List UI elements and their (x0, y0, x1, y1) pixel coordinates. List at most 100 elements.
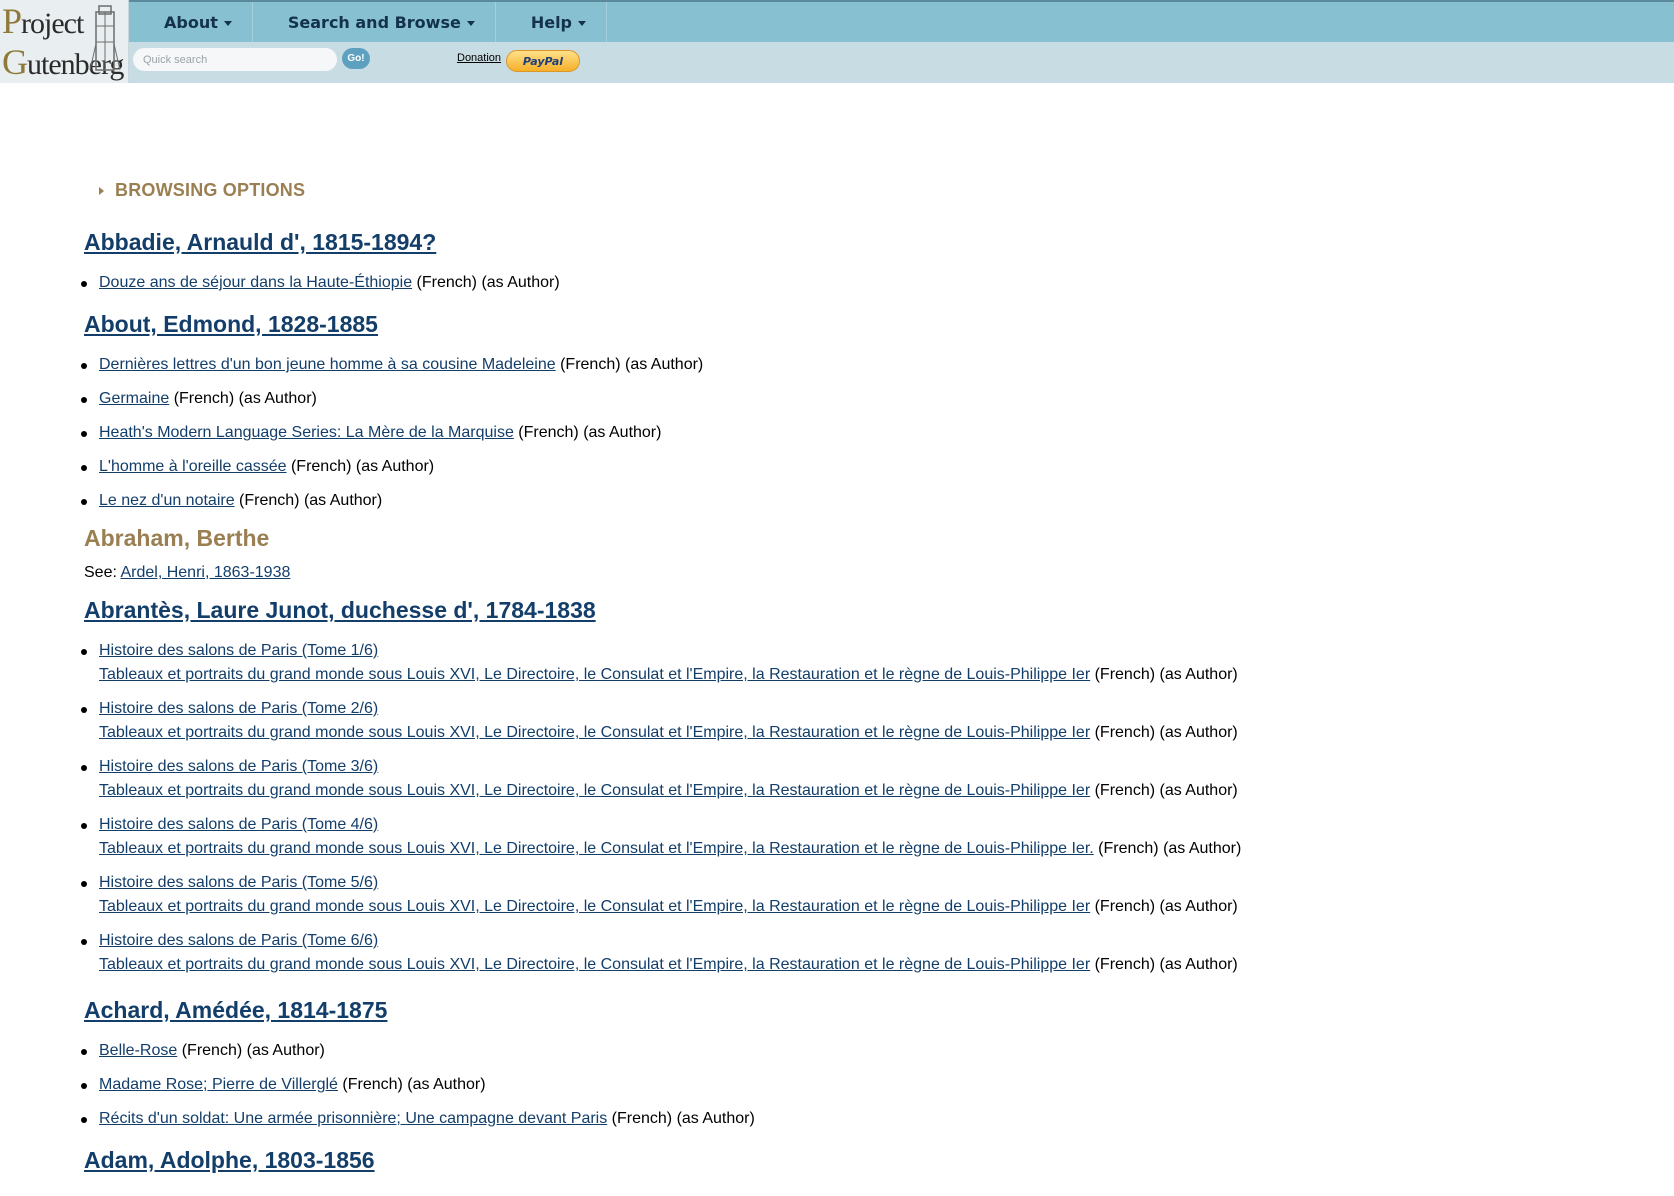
book-link[interactable]: Histoire des salons de Paris (Tome 5/6) … (99, 874, 1090, 915)
list-item: Madame Rose; Pierre de Villerglé (French… (81, 1073, 1644, 1097)
author-heading: Adam, Adolphe, 1803-1856 (84, 1145, 1644, 1175)
author-link[interactable]: About, Edmond, 1828-1885 (84, 311, 378, 337)
book-meta: (French) (as Author) (1090, 898, 1238, 915)
book-meta: (French) (as Author) (1093, 840, 1242, 857)
book-link[interactable]: Histoire des salons de Paris (Tome 1/6) … (99, 642, 1090, 683)
book-link[interactable]: Dernières lettres d'un bon jeune homme à… (99, 356, 556, 373)
book-list: Belle-Rose (French) (as Author) Madame R… (81, 1039, 1644, 1131)
book-link[interactable]: Histoire des salons de Paris (Tome 2/6) … (99, 700, 1090, 741)
list-item: Histoire des salons de Paris (Tome 1/6) … (81, 639, 1644, 687)
list-item: Germaine (French) (as Author) (81, 387, 1644, 411)
chevron-down-icon (223, 20, 232, 26)
list-item: Histoire des salons de Paris (Tome 2/6) … (81, 697, 1644, 745)
author-heading: About, Edmond, 1828-1885 (84, 309, 1644, 339)
logo-line-1-rest: roject (21, 7, 84, 40)
book-link[interactable]: Histoire des salons de Paris (Tome 6/6) … (99, 932, 1090, 973)
main-menu: About Search and Browse Help (129, 2, 1674, 42)
list-item: Récits d'un soldat: Une armée prisonnièr… (81, 1107, 1644, 1131)
menu-about[interactable]: About (129, 2, 253, 42)
book-link[interactable]: Belle-Rose (99, 1042, 177, 1059)
menu-search-and-browse[interactable]: Search and Browse (253, 2, 496, 42)
author-heading: Abraham, Berthe (84, 525, 270, 551)
site-header: Project Gutenberg About Search and Brows… (0, 0, 1674, 83)
book-meta: (French) (as Author) (177, 1042, 325, 1059)
book-link[interactable]: Récits d'un soldat: Une armée prisonnièr… (99, 1110, 607, 1127)
browsing-options-toggle[interactable]: BROWSING OPTIONS (99, 180, 305, 201)
chevron-down-icon (578, 20, 587, 26)
list-item: Histoire des salons de Paris (Tome 4/6) … (81, 813, 1644, 861)
book-meta: (French) (as Author) (286, 458, 435, 475)
browsing-options-label: BROWSING OPTIONS (115, 180, 306, 200)
list-item: L'homme à l'oreille cassée (French) (as … (81, 455, 1644, 479)
book-link[interactable]: Douze ans de séjour dans la Haute-Éthiop… (99, 274, 412, 291)
book-meta: (French) (as Author) (1090, 782, 1238, 799)
list-item: Le nez d'un notaire (French) (as Author) (81, 489, 1644, 513)
book-subtitle: Tableaux et portraits du grand monde sou… (99, 724, 1091, 741)
go-button[interactable]: Go! (342, 48, 370, 69)
book-subtitle: Tableaux et portraits du grand monde sou… (99, 956, 1091, 973)
logo-line-1: Project (2, 1, 84, 41)
book-meta: (French) (as Author) (169, 390, 317, 407)
triangle-right-icon (99, 186, 104, 195)
list-item: Histoire des salons de Paris (Tome 3/6) … (81, 755, 1644, 803)
list-item: Heath's Modern Language Series: La Mère … (81, 421, 1644, 445)
book-subtitle: Tableaux et portraits du grand monde sou… (99, 898, 1091, 915)
list-item: Belle-Rose (French) (as Author) (81, 1039, 1644, 1063)
see-label: See: (84, 564, 121, 581)
author-heading: Abbadie, Arnauld d', 1815-1894? (84, 227, 1644, 257)
book-subtitle: Tableaux et portraits du grand monde sou… (99, 782, 1091, 799)
book-meta: (French) (as Author) (607, 1110, 755, 1127)
book-meta: (French) (as Author) (412, 274, 560, 291)
author-link[interactable]: Adam, Adolphe, 1803-1856 (84, 1147, 375, 1173)
author-listing: Abbadie, Arnauld d', 1815-1894? Douze an… (81, 227, 1644, 1175)
menu-help[interactable]: Help (496, 2, 608, 42)
book-title: Histoire des salons de Paris (Tome 3/6) (99, 758, 379, 775)
book-list: Histoire des salons de Paris (Tome 1/6) … (81, 639, 1644, 977)
menu-about-label: About (164, 12, 218, 32)
see-author-link[interactable]: Ardel, Henri, 1863-1938 (120, 564, 290, 581)
book-list: Dernières lettres d'un bon jeune homme à… (81, 353, 1644, 513)
book-title: Histoire des salons de Paris (Tome 6/6) (99, 932, 379, 949)
author-heading: Abrantès, Laure Junot, duchesse d', 1784… (84, 595, 1644, 625)
book-meta: (French) (as Author) (555, 356, 704, 373)
book-link[interactable]: Germaine (99, 390, 169, 407)
list-item: Douze ans de séjour dans la Haute-Éthiop… (81, 271, 1644, 295)
book-meta: (French) (as Author) (337, 1076, 486, 1093)
main-menu-bar: About Search and Browse Help (129, 0, 1674, 42)
menu-help-label: Help (530, 12, 573, 32)
book-meta: (French) (as Author) (234, 492, 383, 509)
author-link[interactable]: Abbadie, Arnauld d', 1815-1894? (84, 229, 436, 255)
book-link[interactable]: Histoire des salons de Paris (Tome 4/6) … (99, 816, 1094, 857)
project-gutenberg-logo[interactable]: Project Gutenberg (0, 0, 129, 83)
book-link[interactable]: Heath's Modern Language Series: La Mère … (99, 424, 514, 441)
quick-search-input[interactable] (133, 48, 337, 71)
book-subtitle: Tableaux et portraits du grand monde sou… (99, 666, 1091, 683)
book-link[interactable]: Le nez d'un notaire (99, 492, 235, 509)
donation-link[interactable]: Donation (457, 52, 501, 64)
list-item: Histoire des salons de Paris (Tome 5/6) … (81, 871, 1644, 919)
book-link[interactable]: Histoire des salons de Paris (Tome 3/6) … (99, 758, 1090, 799)
list-item: Dernières lettres d'un bon jeune homme à… (81, 353, 1644, 377)
book-meta: (French) (as Author) (1090, 956, 1238, 973)
book-meta: (French) (as Author) (1090, 666, 1238, 683)
book-link[interactable]: L'homme à l'oreille cassée (99, 458, 287, 475)
book-list: Douze ans de séjour dans la Haute-Éthiop… (81, 271, 1644, 295)
author-link[interactable]: Abrantès, Laure Junot, duchesse d', 1784… (84, 597, 596, 623)
book-title: Histoire des salons de Paris (Tome 5/6) (99, 874, 379, 891)
book-meta: (French) (as Author) (1090, 724, 1238, 741)
menu-search-and-browse-label: Search and Browse (287, 12, 461, 32)
see-reference: See: Ardel, Henri, 1863-1938 (84, 561, 1644, 585)
author-link[interactable]: Achard, Amédée, 1814-1875 (84, 997, 387, 1023)
author-heading: Achard, Amédée, 1814-1875 (84, 995, 1644, 1025)
paypal-button[interactable]: PayPal (506, 50, 580, 72)
book-meta: (French) (as Author) (513, 424, 662, 441)
book-title: Histoire des salons de Paris (Tome 4/6) (99, 816, 379, 833)
book-title: Histoire des salons de Paris (Tome 1/6) (99, 642, 379, 659)
book-title: Histoire des salons de Paris (Tome 2/6) (99, 700, 379, 717)
search-bar: Go! Donation PayPal (129, 42, 1674, 83)
tower-icon (89, 5, 121, 71)
book-link[interactable]: Madame Rose; Pierre de Villerglé (99, 1076, 338, 1093)
chevron-down-icon (466, 20, 475, 26)
list-item: Histoire des salons de Paris (Tome 6/6) … (81, 929, 1644, 977)
book-subtitle: Tableaux et portraits du grand monde sou… (99, 840, 1094, 857)
